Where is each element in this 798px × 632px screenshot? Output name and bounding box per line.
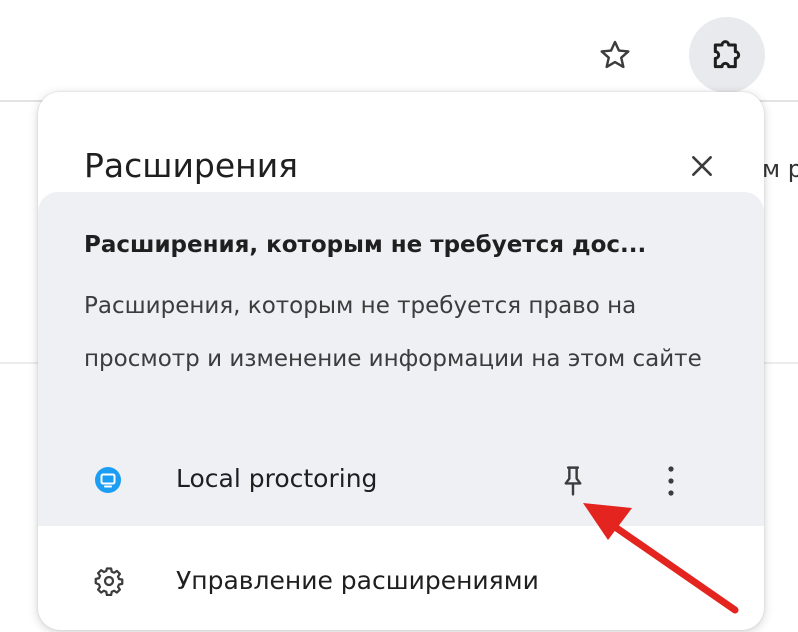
close-button[interactable] — [680, 144, 724, 188]
section-heading: Расширения, которым не требуется дос... — [84, 232, 647, 258]
background-page-text: м р — [762, 155, 798, 183]
browser-toolbar — [0, 0, 798, 93]
star-icon — [600, 40, 630, 69]
puzzle-icon — [713, 40, 741, 69]
bookmark-star-button[interactable] — [588, 28, 642, 82]
section-description: Расширения, которым не требуется право н… — [84, 293, 702, 372]
gear-icon — [94, 567, 124, 596]
monitor-icon — [95, 467, 121, 493]
pin-extension-button[interactable] — [548, 456, 598, 506]
extension-row[interactable]: Local proctoring — [38, 446, 764, 516]
more-vert-icon — [668, 466, 674, 496]
manage-extensions-label: Управление расширениями — [176, 566, 539, 595]
close-icon — [692, 156, 712, 176]
pin-icon — [564, 466, 582, 496]
extensions-toolbar-button[interactable] — [689, 17, 765, 93]
extension-name: Local proctoring — [176, 464, 378, 493]
extensions-popup: Расширения Расширения, которым не требуе… — [38, 92, 764, 630]
extensions-section: Расширения, которым не требуется дос... … — [38, 192, 764, 526]
extension-more-button[interactable] — [646, 456, 696, 506]
popup-title: Расширения — [84, 146, 299, 185]
manage-extensions-item[interactable]: Управление расширениями — [38, 546, 764, 616]
